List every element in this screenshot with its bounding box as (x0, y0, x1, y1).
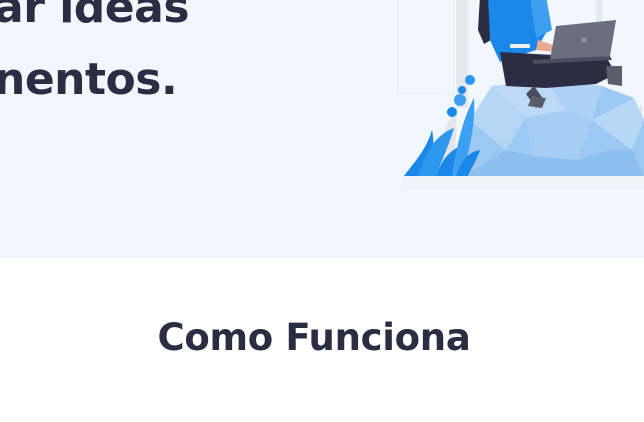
how-it-works-section: Como Funciona (0, 258, 644, 422)
hero-section: ar ideas nentos. (0, 0, 644, 258)
hero-heading: ar ideas nentos. (0, 0, 190, 116)
section-title: Como Funciona (157, 316, 471, 359)
person-with-laptop-illustration (397, 0, 644, 190)
hero-heading-line-2: nentos. (0, 54, 178, 105)
hero-heading-line-1: ar ideas (0, 0, 190, 33)
